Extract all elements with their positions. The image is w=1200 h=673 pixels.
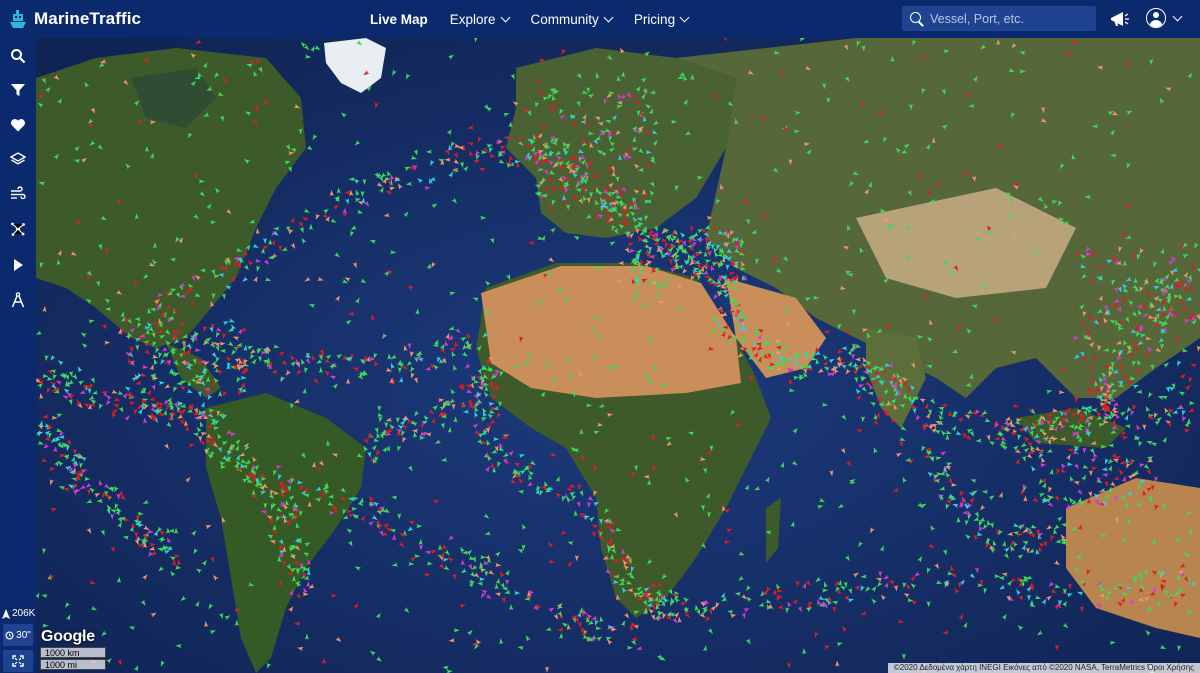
sidebar-search-button[interactable] xyxy=(0,39,36,73)
nav-community-label: Community xyxy=(530,11,599,27)
vessel-search xyxy=(902,6,1096,31)
nav-live-map[interactable]: Live Map xyxy=(370,12,428,27)
nav-community[interactable]: Community xyxy=(530,11,614,27)
account-menu[interactable] xyxy=(1146,8,1183,28)
main-nav: Live Map Explore Community Pricing xyxy=(370,0,710,38)
scale-bar-km[interactable]: 1000 km xyxy=(40,647,106,658)
ship-logo-icon xyxy=(10,10,26,28)
brand-name: MarineTraffic xyxy=(34,9,142,28)
filter-icon xyxy=(11,84,25,96)
sidebar-weather-button[interactable] xyxy=(0,177,36,211)
nav-explore[interactable]: Explore xyxy=(449,11,510,27)
world-satellite-map[interactable] xyxy=(36,38,1200,673)
sidebar-playback-button[interactable] xyxy=(0,248,36,282)
refresh-interval-button[interactable]: 30" xyxy=(3,624,33,646)
chevron-down-icon xyxy=(603,12,614,22)
fullscreen-icon xyxy=(12,655,24,667)
marinetraffic-logo[interactable]: MarineTraffic xyxy=(6,6,141,32)
scale-bar-mi[interactable]: 1000 mi xyxy=(40,659,106,670)
weather-wind-icon xyxy=(11,186,26,200)
density-icon xyxy=(11,222,25,236)
layers-icon xyxy=(10,152,26,165)
map-tools-sidebar: 206K 30" xyxy=(0,38,36,673)
nav-pricing[interactable]: Pricing xyxy=(633,11,690,27)
live-map[interactable] xyxy=(36,38,1200,673)
google-logo: Google xyxy=(41,628,95,645)
fullscreen-button[interactable] xyxy=(3,650,33,672)
measure-icon xyxy=(11,292,25,308)
top-navigation-bar: MarineTraffic Live Map Explore Community… xyxy=(0,0,1200,38)
nav-explore-label: Explore xyxy=(449,11,496,27)
search-icon xyxy=(910,12,921,23)
vessel-search-input[interactable] xyxy=(928,10,1092,27)
vessel-count: 206K xyxy=(2,608,36,619)
vessel-count-value: 206K xyxy=(12,608,36,619)
sidebar-filter-button[interactable] xyxy=(0,73,36,107)
ship-icon xyxy=(2,608,10,619)
announcement-megaphone-icon[interactable] xyxy=(1108,9,1130,29)
chevron-down-icon xyxy=(1172,11,1183,21)
chevron-down-icon xyxy=(679,12,690,22)
nav-live-map-label: Live Map xyxy=(370,11,428,27)
refresh-interval-value: 30" xyxy=(16,629,31,641)
chevron-down-icon xyxy=(500,12,510,22)
heart-icon xyxy=(11,119,25,132)
user-account-icon xyxy=(1146,8,1166,28)
sidebar-layers-button[interactable] xyxy=(0,142,36,176)
sidebar-favorites-button[interactable] xyxy=(0,108,36,142)
refresh-timer-icon xyxy=(5,630,14,640)
sidebar-measure-button[interactable] xyxy=(0,283,36,317)
nav-pricing-label: Pricing xyxy=(633,11,676,27)
sahara-desert xyxy=(481,266,741,398)
search-icon xyxy=(11,49,26,64)
map-attribution[interactable]: ©2020 Δεδομένα χάρτη INEGI Εικόνες από ©… xyxy=(887,663,1200,673)
sidebar-density-button[interactable] xyxy=(0,212,36,246)
play-icon xyxy=(14,259,23,271)
